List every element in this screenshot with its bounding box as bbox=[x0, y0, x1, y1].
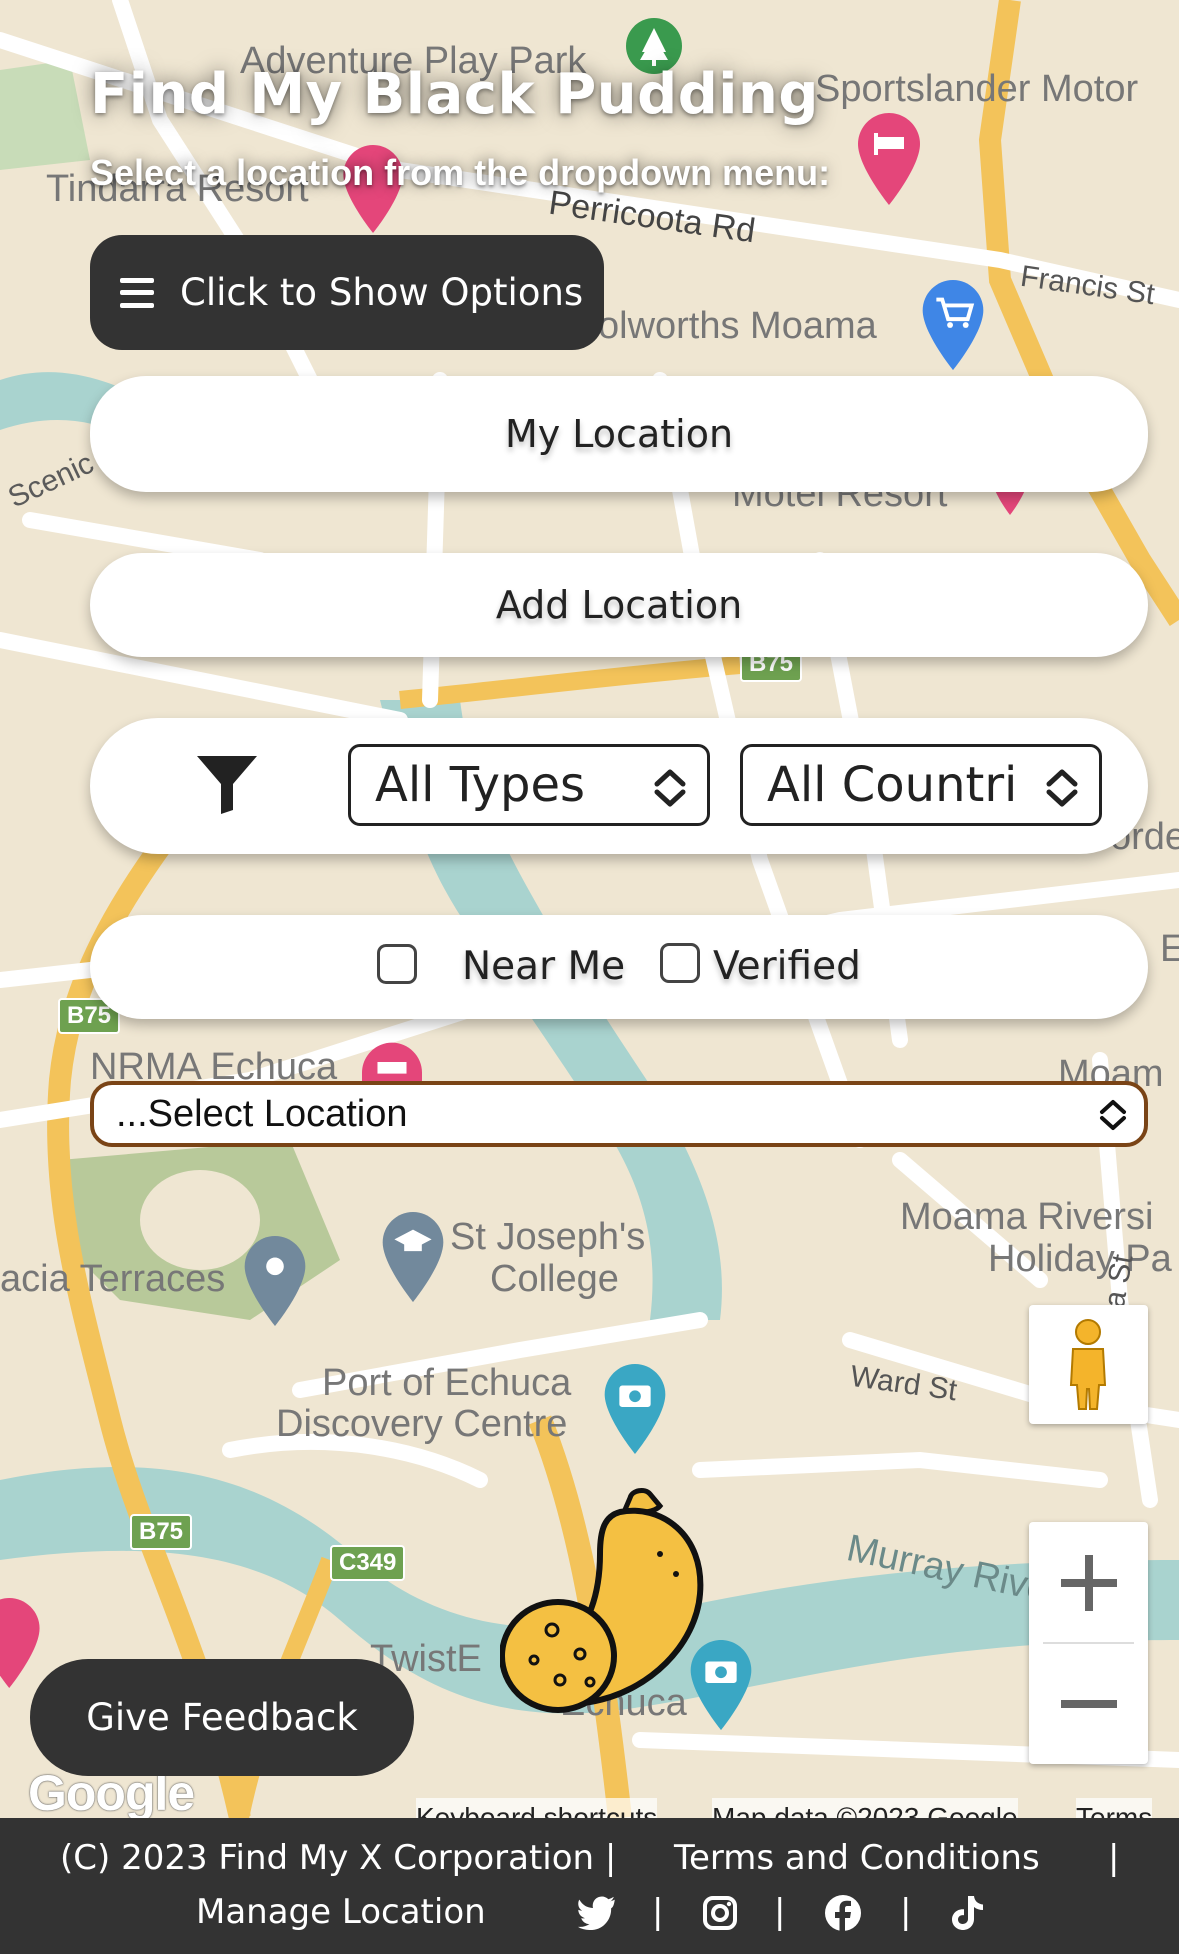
page-title: Find My Black Pudding bbox=[90, 62, 819, 127]
map-label-sportslander: Sportslander Motor bbox=[815, 68, 1139, 110]
show-options-label: Click to Show Options bbox=[180, 271, 584, 314]
pegman-icon bbox=[1069, 1319, 1107, 1410]
hotel-pin-icon[interactable] bbox=[0, 1598, 40, 1688]
country-filter-value: All Countri bbox=[767, 757, 1018, 813]
verified-label[interactable]: Verified bbox=[713, 944, 861, 989]
footer-copyright: (C) 2023 Find My X Corporation | bbox=[60, 1838, 617, 1878]
tiktok-icon[interactable] bbox=[950, 1894, 984, 1932]
map-label-stjosephs-1: St Joseph's bbox=[450, 1216, 646, 1258]
give-feedback-button[interactable]: Give Feedback bbox=[30, 1659, 414, 1776]
verified-checkbox[interactable] bbox=[660, 943, 700, 983]
black-pudding-logo-icon[interactable] bbox=[500, 1484, 710, 1714]
zoom-out-icon bbox=[1060, 1699, 1117, 1708]
keyboard-shortcuts-link[interactable]: Keyboard shortcuts bbox=[416, 1798, 658, 1818]
country-filter-select[interactable]: All Countri bbox=[740, 744, 1102, 826]
near-me-checkbox[interactable] bbox=[377, 944, 417, 984]
map-terms-link[interactable]: Terms bbox=[1076, 1798, 1153, 1818]
type-filter-select[interactable]: All Types bbox=[348, 744, 710, 826]
road-shield: B75 bbox=[130, 1514, 193, 1550]
map-label-woolworths: olworths Moama bbox=[598, 305, 877, 347]
school-pin-icon[interactable] bbox=[382, 1212, 444, 1302]
select-chevron-icon bbox=[1100, 1100, 1126, 1130]
footer-separator: | bbox=[774, 1892, 786, 1932]
street-view-control[interactable] bbox=[1029, 1305, 1148, 1424]
my-location-label: My Location bbox=[504, 412, 734, 456]
zoom-in-icon bbox=[1060, 1554, 1117, 1611]
footer: (C) 2023 Find My X Corporation | Terms a… bbox=[0, 1818, 1179, 1954]
terms-link[interactable]: Terms and Conditions bbox=[674, 1838, 1040, 1878]
road-shield: C349 bbox=[330, 1545, 406, 1581]
hotel-pin-icon[interactable] bbox=[858, 113, 920, 205]
select-chevron-icon bbox=[1046, 769, 1078, 807]
map-label-port-1: Port of Echuca bbox=[322, 1362, 572, 1404]
show-options-button[interactable]: Click to Show Options bbox=[90, 235, 604, 350]
map-label-stjosephs-2: College bbox=[490, 1258, 619, 1300]
type-filter-value: All Types bbox=[375, 757, 586, 813]
shopping-cart-pin-icon[interactable] bbox=[922, 280, 984, 370]
map-label-port-2: Discovery Centre bbox=[276, 1403, 568, 1445]
page-subtitle: Select a location from the dropdown menu… bbox=[90, 152, 831, 193]
filter-icon bbox=[197, 756, 257, 814]
select-chevron-icon bbox=[654, 769, 686, 807]
hotel-pin-icon[interactable] bbox=[362, 1042, 422, 1082]
facebook-icon[interactable] bbox=[824, 1894, 862, 1932]
footer-separator: | bbox=[900, 1892, 912, 1932]
menu-icon bbox=[120, 277, 154, 308]
footer-separator: | bbox=[1108, 1838, 1120, 1878]
zoom-in-button[interactable] bbox=[1029, 1522, 1148, 1643]
near-me-label[interactable]: Near Me bbox=[462, 944, 625, 989]
place-pin-icon[interactable] bbox=[244, 1236, 306, 1326]
camera-pin-icon[interactable] bbox=[604, 1364, 666, 1454]
map-label-acacia: acia Terraces bbox=[0, 1258, 226, 1300]
give-feedback-label: Give Feedback bbox=[86, 1696, 358, 1739]
my-location-button[interactable]: My Location bbox=[90, 376, 1148, 492]
add-location-label: Add Location bbox=[495, 583, 743, 627]
map-label-b-right: E bbox=[1160, 928, 1179, 970]
zoom-out-button[interactable] bbox=[1029, 1643, 1148, 1764]
twitter-icon[interactable] bbox=[578, 1896, 618, 1930]
map-data-attribution: Map data ©2023 Google bbox=[712, 1798, 1018, 1818]
map-label-moama-riverside-2: Holiday Pa bbox=[988, 1238, 1172, 1280]
location-select-value: ...Select Location bbox=[116, 1092, 408, 1135]
location-select[interactable]: ...Select Location bbox=[90, 1081, 1148, 1147]
add-location-button[interactable]: Add Location bbox=[90, 553, 1148, 657]
instagram-icon[interactable] bbox=[702, 1895, 738, 1931]
zoom-control bbox=[1029, 1522, 1148, 1764]
manage-location-link[interactable]: Manage Location bbox=[196, 1892, 486, 1932]
map-label-moama-riverside-1: Moama Riversi bbox=[900, 1196, 1154, 1238]
footer-separator: | bbox=[652, 1892, 664, 1932]
